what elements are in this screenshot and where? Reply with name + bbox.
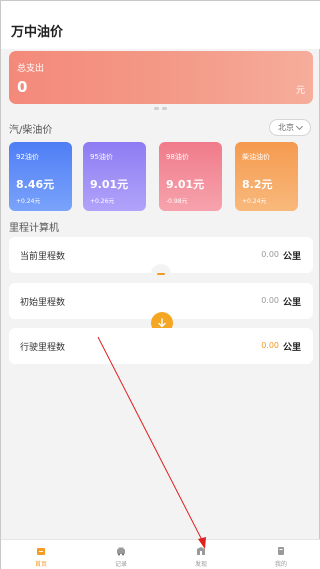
oil-price: 8.2元: [242, 178, 273, 191]
oil-name: 95油价: [90, 153, 113, 161]
bottom-tab-bar: 首页 记录 发现 我的: [1, 539, 320, 569]
row-label: 初始里程数: [20, 298, 66, 308]
driven-mileage-value: 0.00: [261, 341, 279, 350]
tab-discover[interactable]: 发现: [161, 540, 241, 569]
car-icon: [117, 547, 125, 556]
oil-card-95[interactable]: 95油价 9.01元 +0.26元: [83, 142, 146, 211]
oil-section-title: 汽/柴油价: [9, 125, 53, 136]
oil-card-92[interactable]: 92油价 8.46元 +0.24元: [9, 142, 72, 211]
pager-dots: [154, 107, 168, 110]
tab-home[interactable]: 首页: [1, 540, 81, 569]
oil-change: +0.26元: [90, 198, 115, 205]
chevron-down-icon: [295, 122, 304, 130]
tab-label: 发现: [194, 561, 207, 568]
oil-price: 8.46元: [16, 178, 55, 191]
discover-icon: [197, 547, 205, 555]
oil-change: +0.24元: [242, 198, 267, 205]
row-unit: 公里: [282, 252, 301, 262]
city-select[interactable]: 北京: [269, 119, 311, 136]
total-expense-card[interactable]: 总支出 0 元: [9, 51, 313, 104]
row-label: 当前里程数: [20, 252, 66, 262]
oil-card-diesel[interactable]: 柴油油价 8.2元 +0.24元: [235, 142, 298, 211]
driven-mileage-row: 行驶里程数 0.00 公里: [9, 328, 313, 364]
oil-change: -0.98元: [166, 198, 188, 205]
row-unit: 公里: [282, 298, 301, 308]
row-unit: 公里: [282, 343, 301, 353]
header: 万中油价: [1, 1, 320, 49]
oil-name: 柴油油价: [242, 153, 270, 161]
tab-profile[interactable]: 我的: [241, 540, 320, 569]
tab-label: 我的: [274, 561, 287, 568]
tab-record[interactable]: 记录: [81, 540, 161, 569]
current-mileage-input[interactable]: 0.00: [261, 250, 279, 259]
tab-label: 首页: [34, 561, 47, 568]
oil-name: 98油价: [166, 153, 189, 161]
expense-value: 0: [17, 78, 28, 96]
oil-price: 9.01元: [166, 178, 205, 191]
expense-unit: 元: [295, 86, 305, 96]
oil-change: +0.24元: [16, 198, 41, 205]
page-title: 万中油价: [11, 25, 64, 40]
home-icon: [37, 548, 45, 555]
expense-label: 总支出: [17, 64, 45, 74]
minus-icon: [151, 264, 171, 284]
oil-price: 9.01元: [90, 178, 129, 191]
city-label: 北京: [278, 123, 294, 132]
row-label: 行驶里程数: [20, 343, 66, 353]
mileage-section-title: 里程计算机: [9, 223, 59, 234]
oil-name: 92油价: [16, 153, 39, 161]
oil-card-98[interactable]: 98油价 9.01元 -0.98元: [159, 142, 222, 211]
initial-mileage-input[interactable]: 0.00: [261, 296, 279, 305]
profile-icon: [278, 547, 284, 555]
tab-label: 记录: [114, 561, 127, 568]
